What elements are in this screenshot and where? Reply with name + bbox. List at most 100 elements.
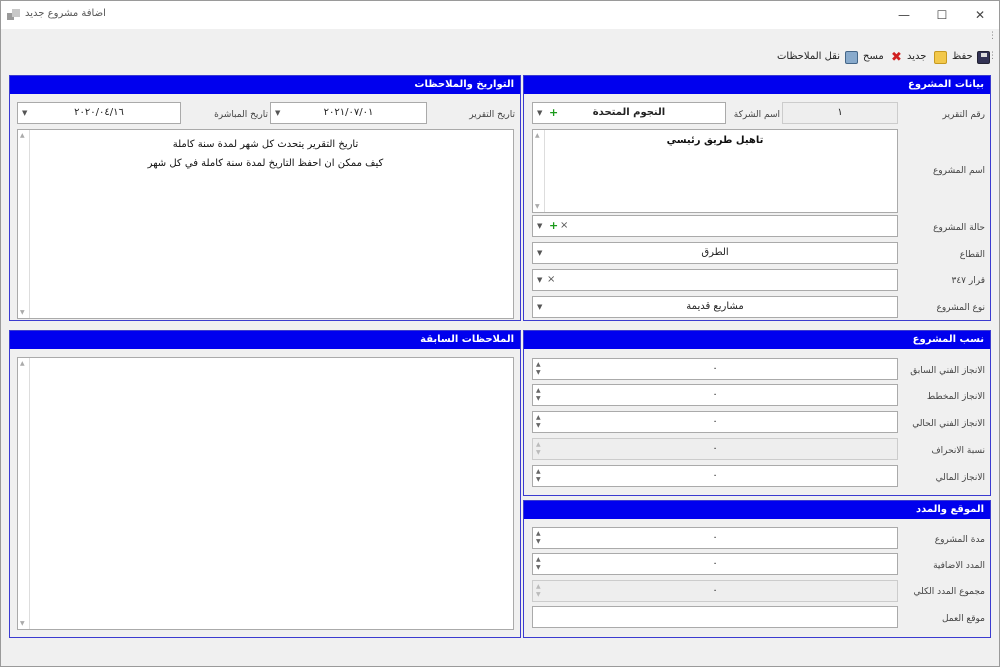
notes-line-1: تاريخ التقرير يتحدث كل شهر لمدة سنة كامل… xyxy=(172,139,359,150)
sector-label: القطاع xyxy=(959,250,985,260)
ratio-label: نسبة الانحراف xyxy=(931,446,985,456)
site-label: موقع العمل xyxy=(941,614,985,624)
save-label: حفظ xyxy=(952,51,973,62)
clear-label: مسح xyxy=(863,51,884,62)
new-folder-icon xyxy=(934,51,947,64)
ratio-value: ٠ xyxy=(712,389,718,400)
transfer-label: نقل الملاحظات xyxy=(777,51,841,62)
current-tech-progress-stepper[interactable]: ٠ ▲ ▼ xyxy=(532,411,898,433)
minimize-button[interactable]: — xyxy=(886,1,922,29)
notes-line-2: كيف ممكن ان احفظ التاريخ لمدة سنة كاملة … xyxy=(147,158,384,169)
chevron-down-icon[interactable]: ▼ xyxy=(22,103,27,123)
scrollbar[interactable]: ▲ ▼ xyxy=(18,130,30,318)
save-icon xyxy=(977,51,990,64)
planned-progress-stepper[interactable]: ٠ ▲ ▼ xyxy=(532,384,898,406)
previous-notes-textarea[interactable]: ▲ ▼ xyxy=(17,357,514,630)
report-no-field[interactable]: ١ xyxy=(782,102,898,124)
spin-arrows-icon[interactable]: ▲ ▼ xyxy=(536,530,541,546)
ratios-header: نسب المشروع xyxy=(524,331,990,349)
spin-arrows-icon[interactable]: ▲ ▼ xyxy=(536,387,541,403)
report-date-label: تاريخ التقرير xyxy=(469,110,515,120)
clear-button[interactable]: مسح ✖ xyxy=(863,49,903,65)
save-button[interactable]: حفظ xyxy=(952,49,990,65)
app-icon xyxy=(7,9,20,21)
company-label: اسم الشركة xyxy=(733,110,780,120)
main-window: اضافة مشروع جديد — ☐ ✕ ⋮ ⋮ حفظ جديد مسح … xyxy=(0,0,1000,667)
project-duration-stepper[interactable]: ٠ ▲ ▼ xyxy=(532,527,898,549)
spin-arrows-icon[interactable]: ▲ ▼ xyxy=(536,468,541,484)
site-field[interactable] xyxy=(532,606,898,628)
start-date-label: تاريخ المباشرة xyxy=(214,110,268,120)
maximize-button[interactable]: ☐ xyxy=(924,1,960,29)
window-title: اضافة مشروع جديد xyxy=(25,8,106,19)
type-value: مشاريع قديمة xyxy=(686,301,744,312)
add-icon[interactable]: + xyxy=(549,216,558,236)
chevron-down-icon[interactable]: ▼ xyxy=(537,243,542,263)
duration-value: ٠ xyxy=(712,532,718,543)
location-header: الموقع والمدد xyxy=(524,501,990,519)
notes-icon xyxy=(845,51,858,64)
ratio-value: ٠ xyxy=(712,363,718,374)
decision-label: قرار ٣٤٧ xyxy=(951,276,986,286)
new-button[interactable]: جديد xyxy=(907,49,947,65)
start-date-value: ٢٠٢٠/٠٤/١٦ xyxy=(74,107,124,118)
sector-combo[interactable]: الطرق ▼ xyxy=(532,242,898,264)
delete-icon: ✖ xyxy=(891,50,902,65)
ratio-label: الانجاز المخطط xyxy=(926,392,985,402)
deviation-stepper: ٠ ▲ ▼ xyxy=(532,438,898,460)
report-no-label: رقم التقرير xyxy=(942,110,985,120)
duration-label: المدد الاضافية xyxy=(933,561,985,571)
report-date-picker[interactable]: ٢٠٢١/٠٧/٠١ ▼ xyxy=(270,102,427,124)
chevron-down-icon[interactable]: ▼ xyxy=(537,270,542,290)
dates-header: التواريخ والملاحظات xyxy=(10,76,520,94)
ratio-label: الانجاز الفني السابق xyxy=(910,366,985,376)
total-duration-stepper: ٠ ▲ ▼ xyxy=(532,580,898,602)
type-label: نوع المشروع xyxy=(936,303,985,313)
chevron-down-icon[interactable]: ▼ xyxy=(537,103,542,123)
spin-arrows-icon: ▲ ▼ xyxy=(536,583,541,598)
report-date-value: ٢٠٢١/٠٧/٠١ xyxy=(323,107,374,118)
notes-textarea[interactable]: ▲ ▼ تاريخ التقرير يتحدث كل شهر لمدة سنة ك… xyxy=(17,129,514,319)
chevron-down-icon[interactable]: ▼ xyxy=(537,216,542,236)
spin-arrows-icon: ▲ ▼ xyxy=(536,441,541,456)
decision-combo[interactable]: ▼ × xyxy=(532,269,898,291)
ratio-label: الانجاز المالي xyxy=(935,473,985,483)
clear-icon[interactable]: × xyxy=(547,270,555,290)
spin-arrows-icon[interactable]: ▲ ▼ xyxy=(536,414,541,430)
duration-label: مدة المشروع xyxy=(934,535,985,545)
duration-value: ٠ xyxy=(712,558,718,569)
project-data-header: بيانات المشروع xyxy=(524,76,990,94)
spin-arrows-icon[interactable]: ▲ ▼ xyxy=(536,556,541,572)
chevron-down-icon[interactable]: ▼ xyxy=(275,103,280,123)
title-bar xyxy=(1,1,999,29)
ratio-value: ٠ xyxy=(712,470,718,481)
chevron-down-icon[interactable]: ▼ xyxy=(537,297,542,317)
grip-icon: ⋮ xyxy=(988,31,997,41)
ratio-value: ٠ xyxy=(712,443,718,454)
previous-tech-progress-stepper[interactable]: ٠ ▲ ▼ xyxy=(532,358,898,380)
ratio-value: ٠ xyxy=(712,416,718,427)
new-label: جديد xyxy=(907,51,927,62)
start-date-picker[interactable]: ٢٠٢٠/٠٤/١٦ ▼ xyxy=(17,102,181,124)
spin-arrows-icon[interactable]: ▲ ▼ xyxy=(536,361,541,377)
project-name-label: اسم المشروع xyxy=(932,166,985,176)
status-label: حالة المشروع xyxy=(933,223,985,233)
transfer-notes-button[interactable]: نقل الملاحظات xyxy=(777,49,858,65)
status-combo[interactable]: ▼ + × xyxy=(532,215,898,237)
financial-progress-stepper[interactable]: ٠ ▲ ▼ xyxy=(532,465,898,487)
add-icon[interactable]: + xyxy=(549,103,558,123)
scrollbar[interactable]: ▲ ▼ xyxy=(533,130,545,212)
type-combo[interactable]: مشاريع قديمة ▼ xyxy=(532,296,898,318)
extra-duration-stepper[interactable]: ٠ ▲ ▼ xyxy=(532,553,898,575)
close-button[interactable]: ✕ xyxy=(962,1,998,29)
duration-value: ٠ xyxy=(712,585,718,596)
company-combo[interactable]: النجوم المتحدة ▼ + xyxy=(532,102,726,124)
sector-value: الطرق xyxy=(701,247,729,258)
company-value: النجوم المتحدة xyxy=(592,107,666,118)
duration-label: مجموع المدد الكلي xyxy=(913,587,985,597)
previous-notes-header: الملاحظات السابقة xyxy=(10,331,520,349)
project-name-textarea[interactable]: ▲ ▼ تاهيل طريق رئيسي xyxy=(532,129,898,213)
clear-icon[interactable]: × xyxy=(560,216,568,236)
project-name-text: تاهيل طريق رئيسي xyxy=(666,135,764,146)
scrollbar[interactable]: ▲ ▼ xyxy=(18,358,30,629)
